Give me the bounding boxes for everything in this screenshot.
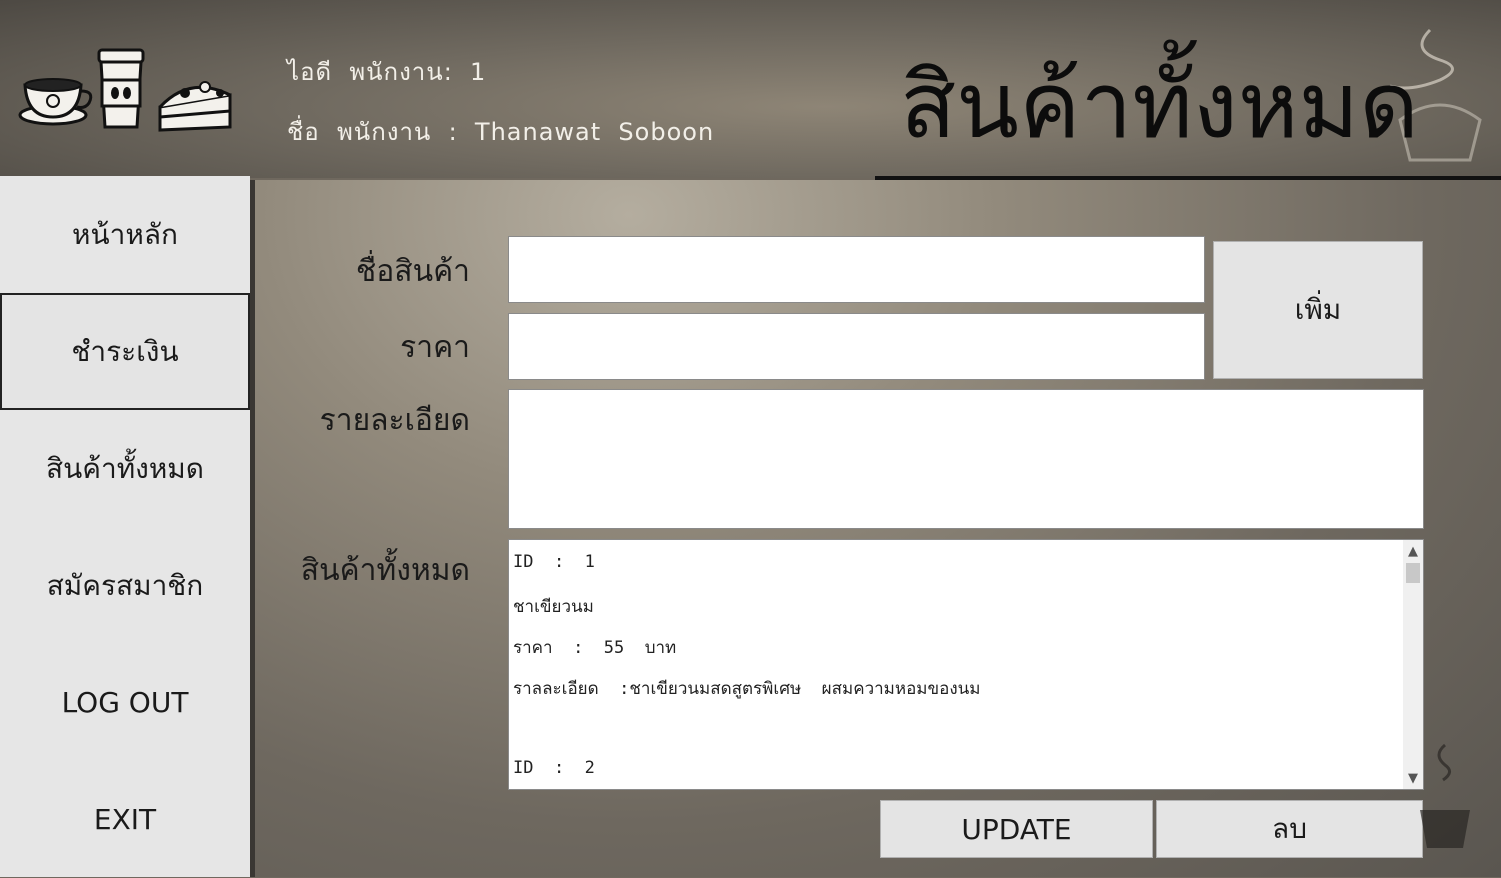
list-item: ID : 2 bbox=[513, 758, 595, 778]
header: ไอดี พนักงาน: 1 ชื่อ พนักงาน : Thanawat … bbox=[0, 0, 1501, 178]
delete-button[interactable]: ลบ bbox=[1156, 800, 1423, 858]
list-item: ราคา : 55 บาท bbox=[513, 638, 677, 658]
sidebar-item-register-member[interactable]: สมัครสมาชิก bbox=[0, 527, 250, 644]
employee-name-label: ชื่อ พนักงาน : Thanawat Soboon bbox=[287, 118, 715, 146]
all-products-label: สินค้าทั้งหมด bbox=[300, 553, 470, 588]
product-name-label: ชื่อสินค้า bbox=[355, 254, 470, 289]
price-input[interactable] bbox=[508, 313, 1205, 380]
sidebar-item-exit[interactable]: EXIT bbox=[0, 761, 250, 878]
list-item: ราลละเอียด :ชาเขียวนมสดสูตรพิเศษ ผสมความ… bbox=[513, 679, 981, 699]
add-button[interactable]: เพิ่ม bbox=[1213, 241, 1423, 379]
product-name-input[interactable] bbox=[508, 236, 1205, 303]
scroll-thumb[interactable] bbox=[1406, 563, 1420, 583]
update-button[interactable]: UPDATE bbox=[880, 800, 1153, 858]
sidebar-item-logout[interactable]: LOG OUT bbox=[0, 644, 250, 761]
product-listbox[interactable]: ID : 1 ชาเขียวนม ราคา : 55 บาท ราลละเอีย… bbox=[508, 539, 1424, 790]
price-label: ราคา bbox=[400, 330, 470, 365]
sidebar: หน้าหลัก ชำระเงิน สินค้าทั้งหมด สมัครสมา… bbox=[0, 176, 250, 877]
detail-label: รายละเอียด bbox=[319, 403, 470, 438]
sidebar-item-payment[interactable]: ชำระเงิน bbox=[0, 293, 250, 410]
list-item: ชาเขียวนม bbox=[513, 597, 594, 617]
list-item: ID : 1 bbox=[513, 552, 595, 572]
sidebar-item-all-products[interactable]: สินค้าทั้งหมด bbox=[0, 410, 250, 527]
scroll-up-icon[interactable]: ▲ bbox=[1403, 540, 1423, 562]
coffee-cup-decoration-icon bbox=[1420, 743, 1470, 848]
employee-id-label: ไอดี พนักงาน: 1 bbox=[287, 58, 487, 86]
detail-textarea[interactable] bbox=[508, 389, 1424, 529]
sidebar-item-home[interactable]: หน้าหลัก bbox=[0, 176, 250, 293]
coffee-logo-icon bbox=[18, 48, 232, 132]
page-title: สินค้าทั้งหมด bbox=[900, 52, 1419, 159]
